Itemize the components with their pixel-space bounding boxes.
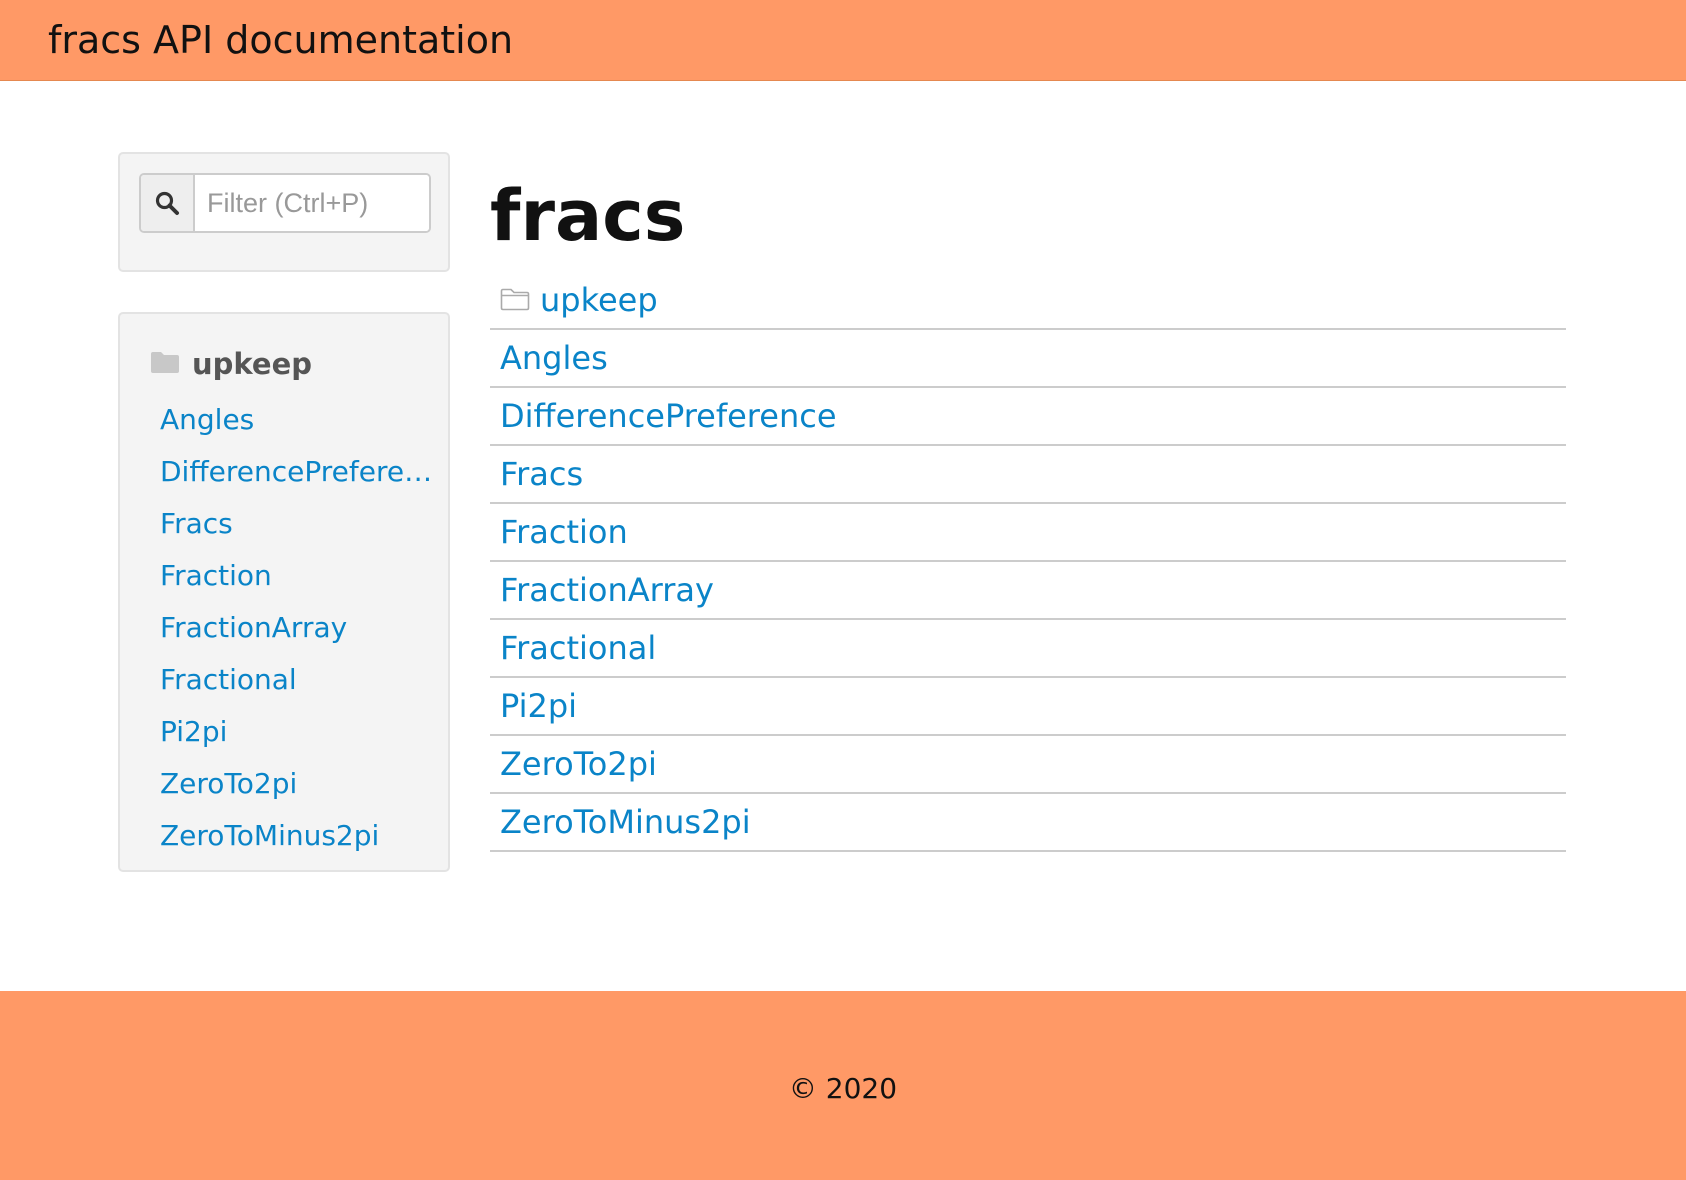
footer: © 2020: [0, 991, 1686, 1180]
sidebar-item-fracs[interactable]: Fracs: [160, 498, 440, 550]
page: fracs API documentation upkeep Angles D: [0, 0, 1686, 1180]
main-content: fracs upkeep Angles DifferencePreference…: [490, 160, 1566, 852]
list-item-pi2pi[interactable]: Pi2pi: [490, 678, 1566, 736]
sidebar-item-fractional[interactable]: Fractional: [160, 654, 440, 706]
sidebar-item-zeroto2pi[interactable]: ZeroTo2pi: [160, 758, 440, 810]
filter-input[interactable]: [195, 175, 429, 231]
copyright-text: © 2020: [788, 1072, 898, 1105]
list-item-fractionarray[interactable]: FractionArray: [490, 562, 1566, 620]
sidebar-nav: upkeep Angles DifferencePreference Fracs…: [118, 312, 450, 872]
folder-outline-icon: [500, 272, 530, 328]
filter-input-group: [139, 173, 431, 233]
list-item-fractional[interactable]: Fractional: [490, 620, 1566, 678]
sidebar-item-list: Angles DifferencePreference Fracs Fracti…: [160, 394, 440, 862]
list-item-fracs[interactable]: Fracs: [490, 446, 1566, 504]
sidebar-item-zerotominus2pi[interactable]: ZeroToMinus2pi: [160, 810, 440, 862]
sidebar-item-fractionarray[interactable]: FractionArray: [160, 602, 440, 654]
list-item-fraction[interactable]: Fraction: [490, 504, 1566, 562]
page-title: fracs: [490, 175, 686, 257]
sidebar-item-angles[interactable]: Angles: [160, 394, 440, 446]
list-item-folder-upkeep[interactable]: upkeep: [490, 272, 1566, 330]
list-item-zerotominus2pi[interactable]: ZeroToMinus2pi: [490, 794, 1566, 852]
list-item-zeroto2pi[interactable]: ZeroTo2pi: [490, 736, 1566, 794]
site-title[interactable]: fracs API documentation: [48, 0, 513, 81]
module-list: upkeep Angles DifferencePreference Fracs…: [490, 272, 1566, 852]
list-item-angles[interactable]: Angles: [490, 330, 1566, 388]
list-item-differencepreference[interactable]: DifferencePreference: [490, 388, 1566, 446]
top-header-bar: fracs API documentation: [0, 0, 1686, 81]
list-item-label: upkeep: [540, 281, 658, 319]
sidebar-item-pi2pi[interactable]: Pi2pi: [160, 706, 440, 758]
filter-panel: [118, 152, 450, 272]
sidebar-folder-label: upkeep: [192, 347, 313, 381]
search-icon: [141, 175, 195, 231]
folder-icon: [150, 350, 180, 378]
sidebar-item-fraction[interactable]: Fraction: [160, 550, 440, 602]
sidebar-item-differencepreference[interactable]: DifferencePreference: [160, 446, 440, 498]
sidebar-folder-upkeep[interactable]: upkeep: [150, 334, 312, 394]
